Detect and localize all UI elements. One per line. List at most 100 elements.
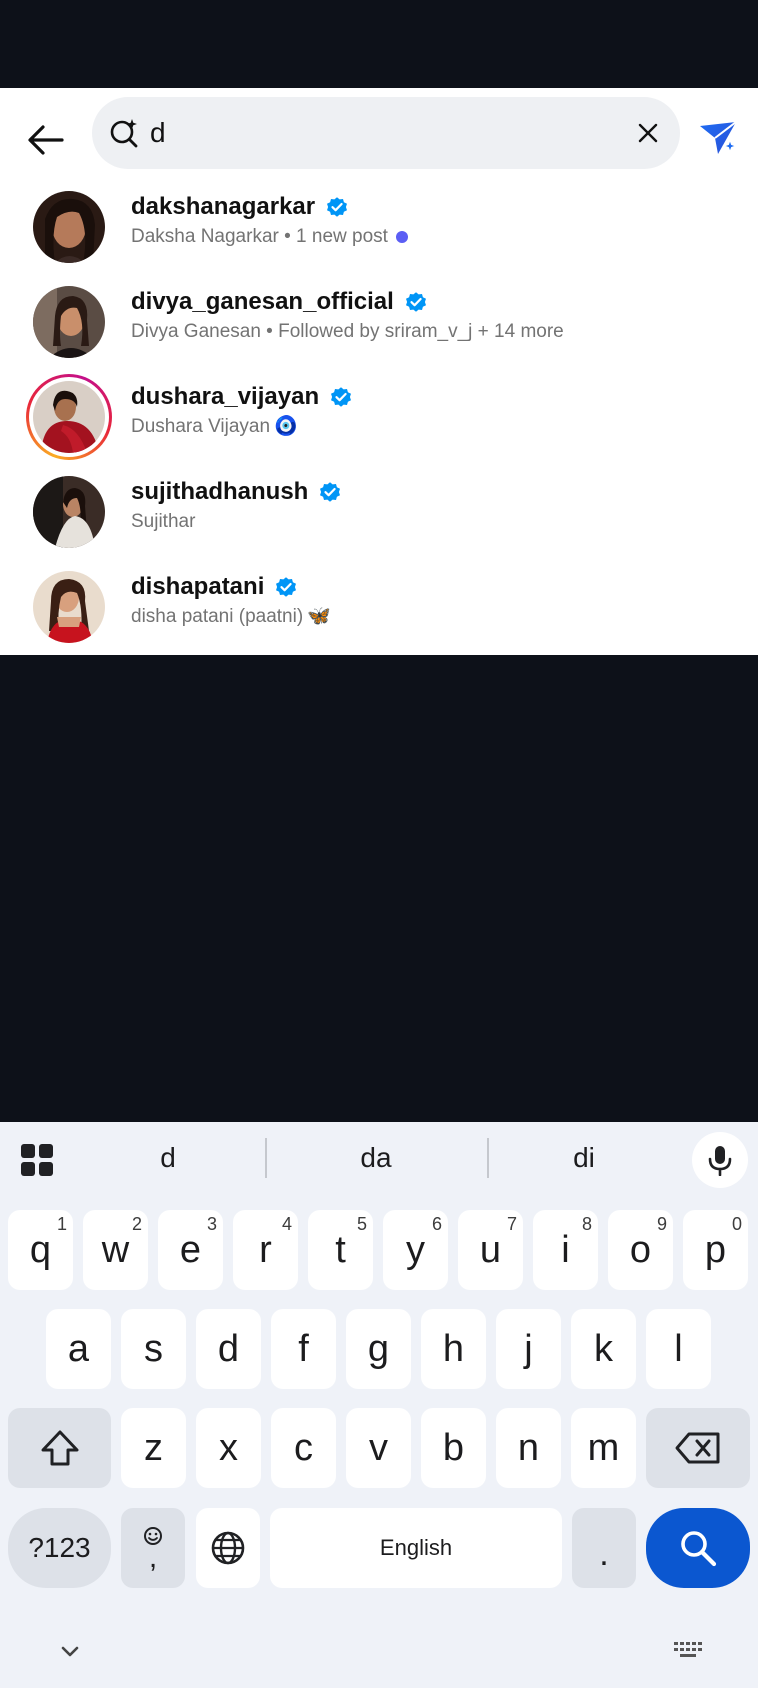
key-label: r: [259, 1228, 272, 1271]
key-q[interactable]: q1: [8, 1210, 73, 1290]
key-label: o: [629, 1228, 652, 1271]
shift-key[interactable]: [8, 1408, 111, 1488]
key-u[interactable]: u7: [458, 1210, 523, 1290]
language-key[interactable]: [196, 1508, 260, 1588]
key-number-hint: 9: [656, 1214, 667, 1234]
search-action-key[interactable]: [646, 1508, 750, 1588]
result-subtitle: Sujithar: [131, 511, 196, 532]
space-key[interactable]: English: [270, 1508, 562, 1588]
period-key[interactable]: .: [572, 1508, 636, 1588]
symbols-key[interactable]: ?123: [8, 1508, 111, 1588]
verified-badge-icon: [331, 387, 352, 407]
key-r[interactable]: r4: [233, 1210, 298, 1290]
key-h[interactable]: h: [421, 1309, 486, 1389]
verified-badge-icon: [327, 197, 348, 217]
key-t[interactable]: t5: [308, 1210, 373, 1290]
key-number-hint: 4: [281, 1214, 292, 1234]
key-f[interactable]: f: [271, 1309, 336, 1389]
key-d[interactable]: d: [196, 1309, 261, 1389]
key-label: e: [179, 1228, 202, 1271]
key-w[interactable]: w2: [83, 1210, 148, 1290]
emoji-comma-key[interactable]: ,: [121, 1508, 185, 1588]
key-y[interactable]: y6: [383, 1210, 448, 1290]
soft-keyboard: d da di ?123 , English . q 1 w 2 e 3 r 4…: [0, 1122, 758, 1688]
key-e[interactable]: e3: [158, 1210, 223, 1290]
avatar: [26, 184, 112, 270]
ai-send-button[interactable]: [696, 116, 740, 160]
verified-badge-icon: [320, 482, 341, 502]
key-z[interactable]: z: [121, 1408, 186, 1488]
search-icon: [681, 1531, 717, 1567]
search-result-row[interactable]: dakshanagarkar Daksha Nagarkar • 1 new p…: [0, 180, 758, 275]
grid-apps-icon[interactable]: [20, 1143, 54, 1177]
status-bar: [0, 0, 758, 88]
keyboard-switcher-icon[interactable]: [672, 1636, 704, 1664]
key-number-hint: 3: [206, 1214, 217, 1234]
suggestion-divider: [487, 1138, 489, 1178]
avatar-with-story-ring[interactable]: [26, 374, 112, 460]
new-post-dot: [395, 231, 408, 243]
suggestion-divider: [265, 1138, 267, 1178]
comma-label: ,: [148, 1541, 158, 1574]
key-k[interactable]: k: [571, 1309, 636, 1389]
avatar: [26, 564, 112, 650]
arrow-left-icon: [28, 125, 64, 155]
key-label: u: [479, 1228, 502, 1271]
result-subtitle: disha patani (paatni): [131, 606, 304, 627]
nazar-amulet-emoji: 🧿: [274, 416, 298, 437]
suggestion-3[interactable]: di: [494, 1140, 674, 1176]
back-button[interactable]: [22, 116, 70, 164]
butterfly-emoji: 🦋: [307, 606, 331, 627]
key-l[interactable]: l: [646, 1309, 711, 1389]
paper-plane-sparkle-icon: [700, 121, 738, 154]
key-p[interactable]: p0: [683, 1210, 748, 1290]
key-s[interactable]: s: [121, 1309, 186, 1389]
key-label: w: [101, 1228, 130, 1271]
search-result-row[interactable]: dushara_vijayan Dushara Vijayan 🧿: [0, 370, 758, 465]
key-label: q: [29, 1228, 52, 1271]
key-b[interactable]: b: [421, 1408, 486, 1488]
key-o[interactable]: o9: [608, 1210, 673, 1290]
suggestion-1[interactable]: d: [78, 1140, 258, 1176]
key-label: t: [335, 1228, 346, 1271]
collapse-keyboard-icon[interactable]: [56, 1638, 84, 1666]
key-label: y: [406, 1228, 425, 1271]
search-result-row[interactable]: sujithadhanush Sujithar: [0, 465, 758, 560]
search-result-row[interactable]: dishapatani disha patani (paatni) 🦋: [0, 560, 758, 655]
key-label: p: [704, 1228, 727, 1271]
shift-arrow-icon: [41, 1430, 78, 1466]
search-query-text[interactable]: d: [150, 115, 166, 151]
key-a[interactable]: a: [46, 1309, 111, 1389]
key-i[interactable]: i8: [533, 1210, 598, 1290]
verified-badge-icon: [405, 292, 426, 312]
key-number-hint: 1: [56, 1214, 67, 1234]
key-g[interactable]: g: [346, 1309, 411, 1389]
result-subtitle: Divya Ganesan • Followed by sriram_v_j +…: [131, 321, 564, 342]
key-j[interactable]: j: [496, 1309, 561, 1389]
backspace-icon: [675, 1432, 720, 1464]
key-v[interactable]: v: [346, 1408, 411, 1488]
search-sparkle-icon: [110, 119, 138, 148]
key-n[interactable]: n: [496, 1408, 561, 1488]
result-username: divya_ganesan_official: [131, 288, 394, 315]
key-c[interactable]: c: [271, 1408, 336, 1488]
key-m[interactable]: m: [571, 1408, 636, 1488]
search-input[interactable]: d: [92, 97, 680, 169]
backspace-key[interactable]: [646, 1408, 750, 1488]
avatar: [26, 469, 112, 555]
microphone-icon: [708, 1146, 732, 1176]
key-label: i: [561, 1228, 570, 1271]
search-result-row[interactable]: divya_ganesan_official Divya Ganesan • F…: [0, 275, 758, 370]
result-subtitle: Dushara Vijayan: [131, 416, 271, 437]
key-number-hint: 6: [431, 1214, 442, 1234]
clear-search-button[interactable]: [632, 117, 664, 149]
avatar: [26, 279, 112, 365]
verified-badge-icon: [276, 577, 297, 597]
result-username: dushara_vijayan: [131, 383, 320, 410]
voice-input-button[interactable]: [692, 1132, 748, 1188]
key-x[interactable]: x: [196, 1408, 261, 1488]
suggestion-2[interactable]: da: [286, 1140, 466, 1176]
result-username: dishapatani: [131, 573, 265, 600]
key-number-hint: 8: [581, 1214, 592, 1234]
result-username: sujithadhanush: [131, 478, 309, 505]
